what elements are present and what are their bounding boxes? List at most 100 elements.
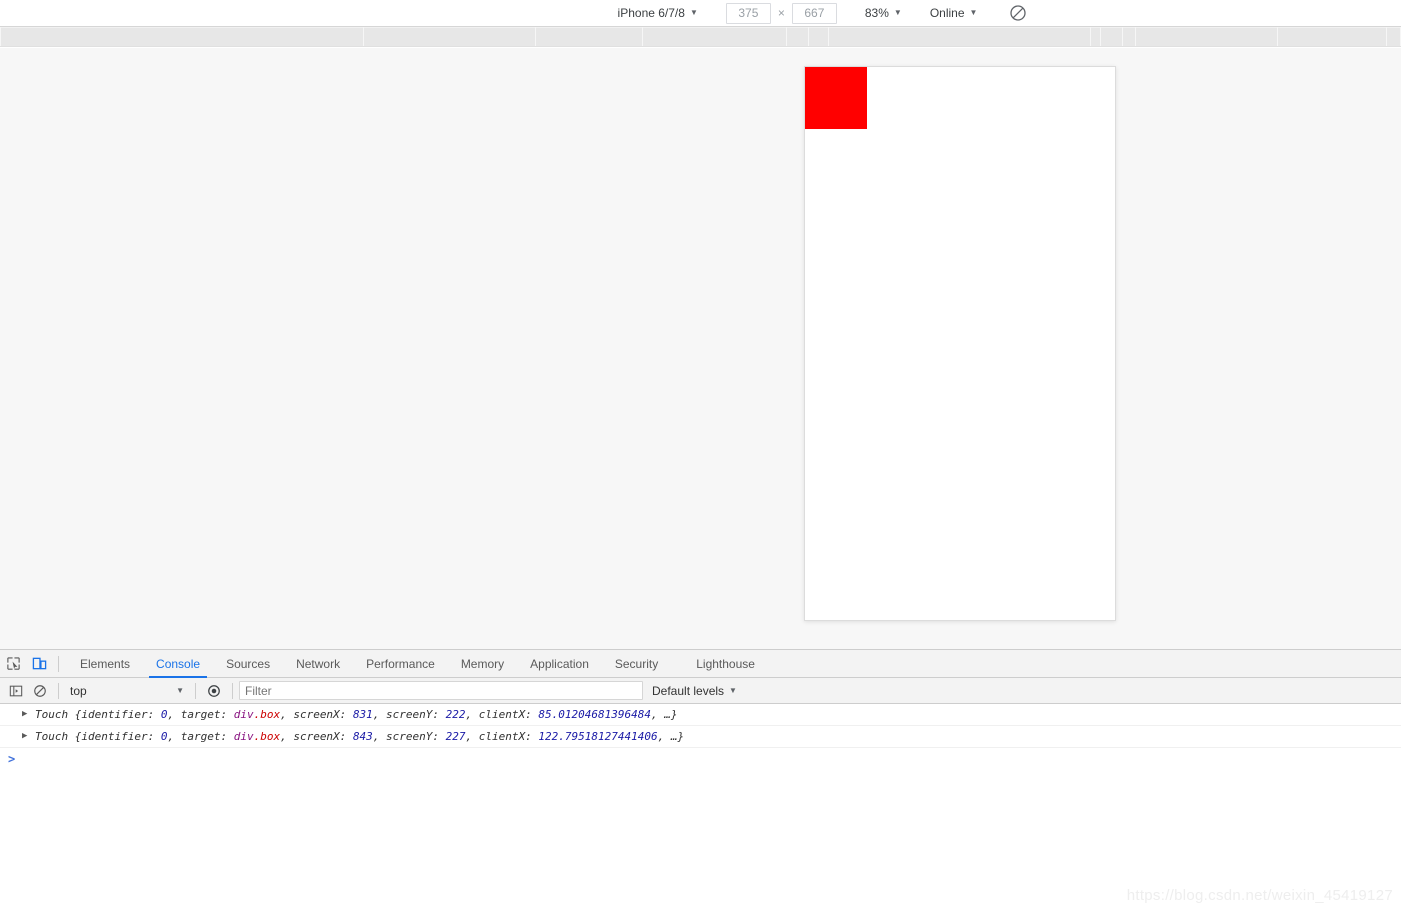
console-message-row[interactable]: ▶ Touch {identifier: 0, target: div .box,… — [0, 726, 1401, 748]
toolbar-divider — [232, 682, 233, 699]
eye-glyph — [208, 684, 220, 697]
devtools-panel: Elements Console Sources Network Perform… — [0, 649, 1401, 922]
tab-label: Application — [530, 656, 589, 671]
network-condition-label: Online — [929, 6, 965, 20]
zoom-level-label: 83% — [864, 6, 889, 20]
target-label: , target: — [167, 730, 234, 743]
ruler-tick — [1277, 27, 1278, 46]
inspect-element-icon[interactable] — [0, 651, 26, 677]
devtools-tab-list: Elements Console Sources Network Perform… — [67, 650, 768, 678]
screeny-value: 222 — [445, 708, 466, 721]
red-box-element[interactable] — [805, 67, 867, 129]
tab-label: Lighthouse — [696, 656, 755, 671]
console-prompt-row[interactable]: > — [0, 748, 1401, 769]
ruler-tick — [1386, 27, 1387, 46]
ruler-tick — [1100, 27, 1101, 46]
chevron-down-icon: ▼ — [729, 686, 737, 695]
clientx-label: , clientX: — [465, 708, 539, 721]
console-sidebar-icon[interactable] — [4, 679, 28, 703]
clientx-value: 85.01204681396484 — [538, 708, 651, 721]
target-tag: div — [233, 730, 254, 743]
screeny-value: 227 — [445, 730, 466, 743]
tab-sources[interactable]: Sources — [213, 650, 283, 678]
console-sidebar-glyph — [9, 685, 23, 696]
toggle-device-toolbar-icon[interactable] — [26, 651, 52, 677]
devtools-window: iPhone 6/7/8 ▼ × 83% ▼ Online ▼ — [0, 0, 1401, 922]
tab-label: Memory — [460, 656, 505, 671]
execution-context-selector[interactable]: top ▼ — [65, 681, 189, 701]
message-prefix: Touch {identifier: — [35, 730, 161, 743]
tab-label: Sources — [226, 656, 271, 671]
target-label: , target: — [167, 708, 234, 721]
ruler-tick — [535, 27, 536, 46]
screenx-value: 843 — [352, 730, 373, 743]
expand-triangle-icon[interactable]: ▶ — [22, 710, 32, 719]
expand-triangle-icon[interactable]: ▶ — [22, 732, 32, 741]
chevron-down-icon: ▼ — [969, 8, 978, 17]
tab-performance[interactable]: Performance — [353, 650, 448, 678]
ruler-tick — [828, 27, 829, 46]
log-levels-label: Default levels — [652, 683, 725, 698]
devtools-tabbar: Elements Console Sources Network Perform… — [0, 650, 1401, 678]
rotate-device-glyph — [1010, 5, 1027, 21]
viewport-width-input[interactable] — [725, 2, 771, 24]
tab-memory[interactable]: Memory — [448, 650, 517, 678]
ruler-tick — [0, 27, 1, 46]
screenx-label: , screenX: — [280, 708, 353, 721]
device-viewport[interactable] — [804, 66, 1116, 621]
console-filter-input[interactable] — [239, 681, 643, 700]
console-toolbar: top ▼ Default levels ▼ — [0, 678, 1401, 704]
console-message-row[interactable]: ▶ Touch {identifier: 0, target: div .box,… — [0, 704, 1401, 726]
device-name-label: iPhone 6/7/8 — [617, 6, 685, 20]
tab-network[interactable]: Network — [283, 650, 353, 678]
log-levels-selector[interactable]: Default levels ▼ — [652, 684, 737, 698]
zoom-selector[interactable]: 83% ▼ — [859, 3, 908, 24]
watermark-text: https://blog.csdn.net/weixin_45419127 — [1126, 887, 1393, 904]
tab-elements[interactable]: Elements — [67, 650, 143, 678]
clientx-value: 122.79518127441406 — [538, 730, 658, 743]
device-selector[interactable]: iPhone 6/7/8 ▼ — [612, 3, 704, 24]
tab-application[interactable]: Application — [517, 650, 602, 678]
identifier-value: 0 — [160, 730, 168, 743]
viewport-height-input[interactable] — [791, 2, 837, 24]
live-expression-eye-icon[interactable] — [202, 679, 226, 703]
toolbar-divider — [58, 655, 59, 672]
viewport-ruler — [0, 27, 1401, 47]
toolbar-divider — [58, 682, 59, 699]
device-toolbar-glyph — [32, 657, 46, 670]
ruler-tick — [1090, 27, 1091, 46]
identifier-value: 0 — [160, 708, 168, 721]
tab-security[interactable]: Security — [602, 650, 671, 678]
ruler-tick — [363, 27, 364, 46]
message-suffix: , …} — [657, 730, 685, 743]
network-throttling-selector[interactable]: Online ▼ — [924, 3, 984, 24]
screenx-label: , screenX: — [280, 730, 353, 743]
ruler-tick — [1135, 27, 1136, 46]
chevron-down-icon: ▼ — [893, 8, 902, 17]
rotate-device-icon[interactable] — [1009, 4, 1027, 22]
target-tag: div — [233, 708, 254, 721]
tab-label: Console — [156, 656, 201, 671]
emulated-page-area — [0, 48, 1401, 649]
target-class: .box — [253, 730, 281, 743]
ruler-tick — [642, 27, 643, 46]
screeny-label: , screenY: — [372, 730, 446, 743]
screeny-label: , screenY: — [372, 708, 446, 721]
chevron-down-icon: ▼ — [176, 686, 184, 695]
ruler-tick — [786, 27, 787, 46]
chevron-down-icon: ▼ — [689, 8, 698, 17]
message-prefix: Touch {identifier: — [35, 708, 161, 721]
clientx-label: , clientX: — [465, 730, 539, 743]
execution-context-label: top — [70, 683, 87, 698]
clear-console-icon[interactable] — [28, 679, 52, 703]
tab-label: Elements — [80, 656, 131, 671]
toolbar-divider — [195, 682, 196, 699]
tab-console[interactable]: Console — [143, 650, 213, 678]
tab-label: Network — [296, 656, 341, 671]
ruler-hairline — [0, 27, 1401, 28]
tab-lighthouse[interactable]: Lighthouse — [683, 650, 768, 678]
target-class: .box — [253, 708, 281, 721]
clear-console-glyph — [34, 684, 46, 697]
ruler-tick — [1122, 27, 1123, 46]
message-suffix: , …} — [651, 708, 678, 721]
